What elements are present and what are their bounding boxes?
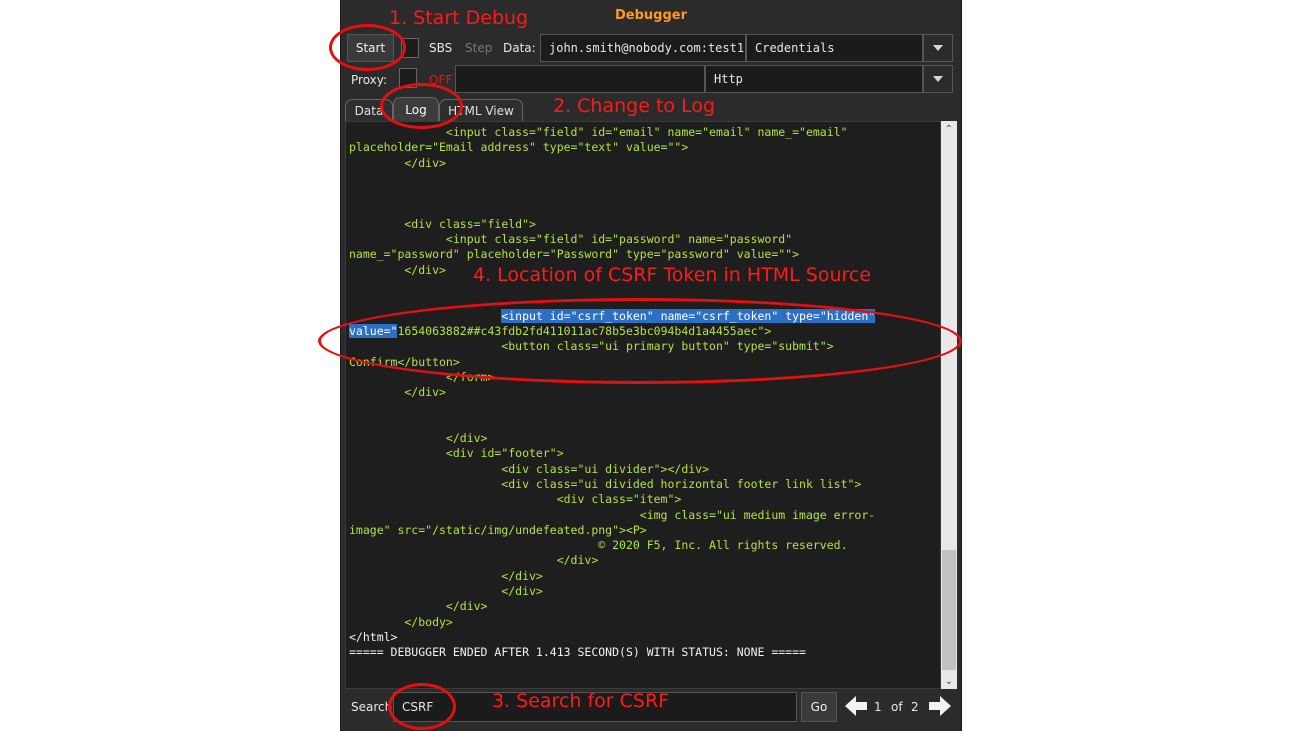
log-line: <div class="item"> xyxy=(349,492,682,507)
data-input[interactable]: john.smith@nobody.com:test12 xyxy=(540,34,746,62)
log-line: © 2020 F5, Inc. All rights reserved. xyxy=(349,538,848,553)
previous-arrow-icon[interactable] xyxy=(843,693,869,719)
log-line: </div> xyxy=(349,599,488,614)
chevron-down-icon xyxy=(933,76,943,82)
log-line: name_="password" placeholder="Password" … xyxy=(349,247,800,262)
page-of: of xyxy=(891,700,903,714)
scrollbar-thumb[interactable] xyxy=(942,550,956,670)
log-line: <div class="ui divided horizontal footer… xyxy=(349,476,862,491)
log-line: </body> xyxy=(349,614,453,629)
log-line: <input class="field" id="password" name=… xyxy=(349,232,793,247)
log-line: </div> xyxy=(349,584,543,598)
proxy-type-dropdown-arrow[interactable] xyxy=(923,65,953,93)
annotation-circle-log-tab xyxy=(380,83,463,129)
log-line: </div> xyxy=(349,262,446,277)
log-line: </div> xyxy=(349,385,446,400)
log-line: <img class="ui medium image error- xyxy=(349,507,876,522)
next-arrow-icon[interactable] xyxy=(927,693,953,719)
chevron-down-icon xyxy=(933,45,943,51)
sbs-label: SBS xyxy=(429,41,453,55)
log-line: </div> xyxy=(349,553,599,568)
log-line: placeholder="Email address" type="text" … xyxy=(349,140,689,155)
annotation-csrf-location: 4. Location of CSRF Token in HTML Source xyxy=(473,264,872,286)
proxy-type-select[interactable]: Http xyxy=(705,65,923,93)
log-output[interactable]: <input class="field" id="email" name="em… xyxy=(345,121,941,689)
scroll-up-icon[interactable]: ⌃ xyxy=(941,124,957,135)
scroll-down-icon[interactable]: ⌄ xyxy=(941,676,957,687)
go-button[interactable]: Go xyxy=(801,692,837,722)
log-line: <div class="ui divider"></div> xyxy=(349,461,710,476)
annotation-circle-csrf-token xyxy=(318,298,962,384)
log-line: </div> xyxy=(349,431,488,445)
data-type-select[interactable]: Credentials xyxy=(746,34,923,62)
page-total: 2 xyxy=(911,700,919,714)
proxy-label: Proxy: xyxy=(351,73,388,87)
page-current: 1 xyxy=(874,700,882,714)
log-line: <div class="field"> xyxy=(349,216,536,231)
annotation-circle-start xyxy=(329,24,406,71)
data-label: Data: xyxy=(503,41,536,55)
data-type-dropdown-arrow[interactable] xyxy=(923,34,953,62)
annotation-search-csrf: 3. Search for CSRF xyxy=(492,690,670,712)
log-line: </div> xyxy=(349,568,543,583)
annotation-start-debug: 1. Start Debug xyxy=(389,7,529,29)
annotation-circle-search xyxy=(388,683,456,730)
log-line: </div> xyxy=(349,155,446,170)
log-line: image" src="/static/img/undefeated.png">… xyxy=(349,522,647,537)
log-line: ===== DEBUGGER ENDED AFTER 1.413 SECOND(… xyxy=(349,645,806,660)
annotation-change-to-log: 2. Change to Log xyxy=(553,95,716,117)
log-line: <div id="footer"> xyxy=(349,446,564,461)
log-line: </html> xyxy=(349,629,398,644)
step-button[interactable]: Step xyxy=(465,41,492,55)
proxy-input[interactable] xyxy=(455,65,705,93)
